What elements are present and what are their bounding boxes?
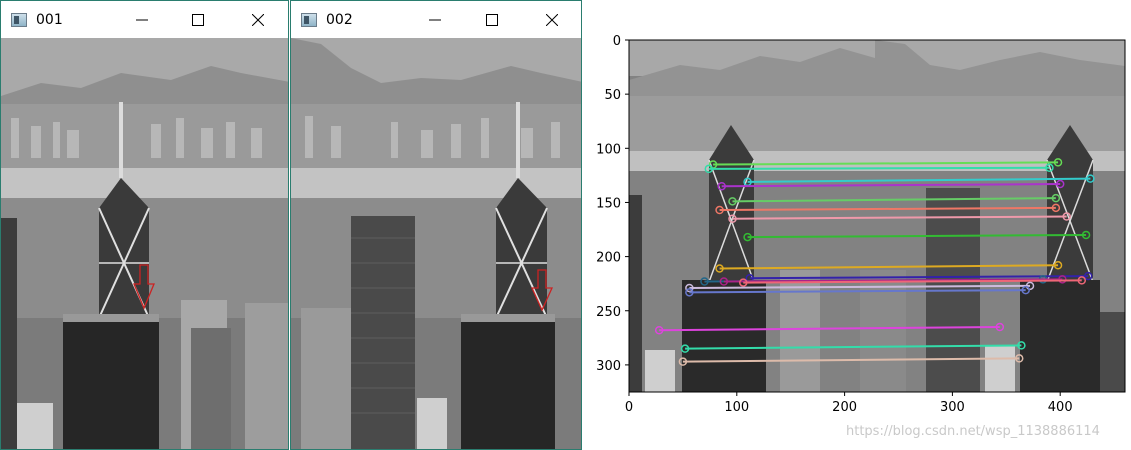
y-tick-label: 250 — [596, 305, 621, 320]
y-tick-label: 100 — [596, 142, 621, 157]
y-tick-label: 300 — [596, 359, 621, 374]
x-tick-label: 0 — [625, 400, 633, 415]
x-tick-label: 400 — [1048, 400, 1073, 415]
x-tick-label: 100 — [724, 400, 749, 415]
x-axis: 0 100 200 300 400 — [625, 392, 1073, 415]
y-tick-label: 50 — [604, 88, 621, 103]
x-tick-label: 200 — [832, 400, 857, 415]
y-tick-label: 0 — [613, 34, 621, 49]
watermark: https://blog.csdn.net/wsp_1138886114 — [846, 424, 1100, 439]
y-tick-label: 200 — [596, 251, 621, 266]
y-tick-label: 150 — [596, 196, 621, 211]
y-axis: 0 50 100 150 200 250 300 — [596, 34, 629, 374]
x-tick-label: 300 — [940, 400, 965, 415]
matches-plot: 0 100 200 300 400 0 50 100 150 200 250 300 — [596, 34, 1126, 415]
match-line — [708, 166, 1050, 170]
